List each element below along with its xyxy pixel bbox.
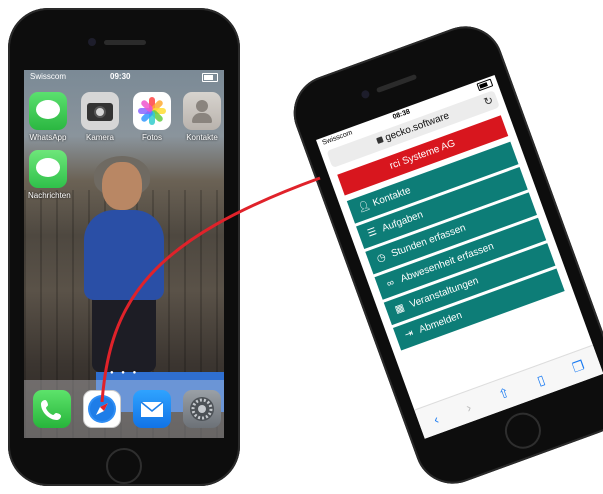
home-button[interactable] [499, 407, 547, 454]
app-nachrichten[interactable]: Nachrichten [28, 150, 71, 200]
app-kontakte[interactable]: Kontakte [182, 92, 222, 142]
battery-icon [476, 78, 494, 92]
battery-icon [202, 73, 218, 82]
status-time: 09:30 [110, 72, 131, 81]
dock-phone[interactable] [32, 390, 72, 428]
earpiece-speaker [375, 73, 418, 94]
glasses-icon: ∞ [385, 277, 396, 290]
phone-icon [33, 390, 71, 428]
app-label: WhatsApp [29, 133, 67, 142]
mail-icon [133, 390, 171, 428]
app-kamera[interactable]: Kamera [80, 92, 120, 142]
photos-icon [133, 92, 171, 130]
status-bar: Swisscom 09:30 [24, 70, 224, 84]
settings-icon [183, 390, 221, 428]
earpiece-speaker [104, 40, 146, 45]
left-phone: Swisscom 09:30 WhatsApp Kamera Fotos Kon… [8, 8, 240, 486]
dock-safari[interactable] [82, 390, 122, 428]
page-indicator: ● ● ● [110, 370, 140, 376]
app-whatsapp[interactable]: WhatsApp [28, 92, 68, 142]
back-icon[interactable]: ‹ [431, 411, 440, 427]
right-phone: Swisscom 08:38 gecko.software ↻ rci Syst… [283, 15, 603, 494]
front-camera [88, 38, 96, 46]
logout-icon: ⇥ [403, 327, 415, 341]
app-label: Kamera [85, 133, 114, 142]
app-label: Fotos [141, 133, 162, 142]
share-icon[interactable]: ⇧ [496, 385, 512, 404]
home-button[interactable] [106, 448, 142, 484]
browser-screen: Swisscom 08:38 gecko.software ↻ rci Syst… [316, 74, 603, 439]
home-screen: Swisscom 09:30 WhatsApp Kamera Fotos Kon… [24, 70, 224, 438]
whatsapp-icon [29, 92, 67, 130]
app-label: Nachrichten [28, 191, 71, 200]
bookmarks-icon[interactable]: ▯ [535, 372, 547, 389]
clock-icon: ◷ [375, 251, 388, 265]
reload-icon[interactable]: ↻ [481, 92, 496, 112]
carrier-label: Swisscom [30, 72, 67, 81]
tasks-icon: ☰ [366, 226, 379, 240]
front-camera [360, 89, 371, 100]
messages-icon [29, 150, 67, 188]
app-label: Kontakte [186, 133, 218, 142]
dock-settings[interactable] [182, 390, 222, 428]
safari-icon [83, 390, 121, 428]
lock-icon [376, 136, 384, 145]
calendar-icon: ▦ [393, 302, 407, 316]
contacts-icon [183, 92, 221, 130]
tabs-icon[interactable]: ❐ [570, 357, 586, 376]
forward-icon[interactable]: › [464, 399, 473, 415]
camera-icon [81, 92, 119, 130]
dock-mail[interactable] [132, 390, 172, 428]
status-time: 08:38 [391, 108, 412, 122]
app-fotos[interactable]: Fotos [132, 92, 172, 142]
dock [24, 380, 224, 438]
person-icon: 👤︎ [356, 199, 373, 215]
